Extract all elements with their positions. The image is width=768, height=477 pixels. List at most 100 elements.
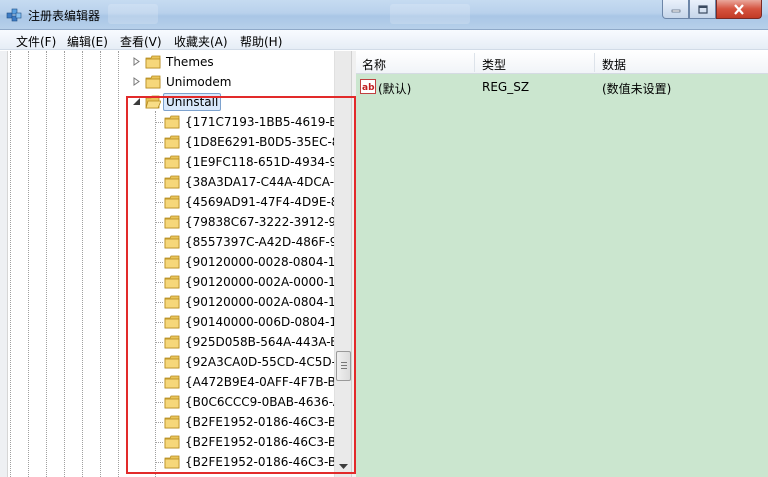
scrollbar-thumb[interactable]: [336, 351, 351, 381]
tree-item-guid-key[interactable]: {B2FE1952-0186-46C3-BA: [0, 452, 344, 472]
tree-item-label: Uninstall: [163, 93, 222, 111]
tree-branch-line: [155, 342, 163, 343]
menu-bar: 文件(F) 编辑(E) 查看(V) 收藏夹(A) 帮助(H): [0, 30, 768, 50]
tree-branch-line: [155, 382, 163, 383]
folder-icon: [164, 455, 180, 469]
tree-item-guid-key[interactable]: {B2FE1952-0186-46C3-BA: [0, 432, 344, 452]
window-title: 注册表编辑器: [28, 9, 101, 23]
minimize-icon: [671, 9, 680, 13]
minimize-button[interactable]: [662, 0, 689, 19]
expand-arrow-icon[interactable]: [132, 77, 141, 86]
tree-item-label: {B2FE1952-0186-46C3-BA: [185, 415, 345, 429]
tree-branch-line: [155, 422, 163, 423]
background-blur: [108, 4, 158, 24]
regedit-icon: [6, 8, 22, 22]
tree-item-guid-key[interactable]: {171C7193-1BB5-4619-BF: [0, 112, 344, 132]
value-list[interactable]: 名称 类型 数据 ab (默认) REG_SZ (数值未设置): [356, 51, 768, 477]
folder-icon: [164, 235, 180, 249]
tree-branch-line: [155, 182, 163, 183]
tree-item-guid-key[interactable]: {79838C67-3222-3912-95: [0, 212, 344, 232]
tree-branch-line: [155, 282, 163, 283]
string-value-icon: ab: [360, 79, 376, 94]
tree-item-uninstall[interactable]: Uninstall: [0, 92, 334, 112]
list-header: 名称 类型 数据: [356, 51, 768, 74]
open-folder-icon: [145, 95, 161, 109]
tree-branch-line: [155, 222, 163, 223]
tree-item-guid-key[interactable]: {90120000-002A-0804-10: [0, 292, 343, 312]
tree-item-guid-key[interactable]: {90140000-006D-0804-10: [0, 312, 345, 332]
tree-branch-line: [155, 302, 163, 303]
title-bar[interactable]: 注册表编辑器: [0, 0, 768, 30]
column-separator[interactable]: [474, 53, 475, 72]
maximize-button[interactable]: [689, 0, 716, 19]
tree-branch-line: [155, 242, 163, 243]
tree-item-label: {8557397C-A42D-486F-97: [185, 235, 345, 249]
tree-item-label: {79838C67-3222-3912-95: [185, 215, 344, 229]
close-icon: [734, 3, 744, 15]
tree-item-label: Themes: [166, 55, 214, 69]
tree-scrollbar[interactable]: [334, 51, 351, 477]
tree-item-guid-key[interactable]: {B2FE1952-0186-46C3-BA: [0, 412, 344, 432]
folder-icon: [164, 175, 180, 189]
tree-item-themes[interactable]: Themes: [0, 52, 334, 72]
value-row[interactable]: ab (默认) REG_SZ (数值未设置): [356, 77, 768, 97]
key-tree[interactable]: Themes Unimodem Uninstall {171C7193-1BB5…: [0, 51, 351, 477]
folder-icon: [164, 115, 180, 129]
tree-item-unimodem[interactable]: Unimodem: [0, 72, 334, 92]
tree-branch-line: [155, 402, 163, 403]
expand-arrow-icon[interactable]: [132, 57, 141, 66]
collapse-arrow-icon[interactable]: [132, 97, 141, 106]
folder-icon: [164, 275, 180, 289]
folder-icon: [164, 135, 180, 149]
folder-icon: [164, 315, 180, 329]
tree-item-guid-key[interactable]: {90120000-002A-0000-10: [0, 272, 343, 292]
close-button[interactable]: [716, 0, 762, 19]
folder-icon: [164, 375, 180, 389]
tree-item-guid-key[interactable]: {1E9FC118-651D-4934-97: [0, 152, 345, 172]
column-name[interactable]: 名称: [362, 56, 386, 73]
tree-item-guid-key[interactable]: {8557397C-A42D-486F-97: [0, 232, 345, 252]
column-data[interactable]: 数据: [602, 56, 626, 73]
background-blur: [390, 4, 470, 24]
column-separator[interactable]: [594, 53, 595, 72]
folder-icon: [164, 355, 180, 369]
scroll-down-icon[interactable]: [339, 464, 348, 470]
tree-branch-line: [155, 462, 163, 463]
tree-item-guid-key[interactable]: {B0C6CCC9-0BAB-4636-A: [0, 392, 341, 412]
tree-item-label: {1E9FC118-651D-4934-97: [185, 155, 345, 169]
folder-icon: [164, 255, 180, 269]
tree-item-guid-key[interactable]: {4569AD91-47F4-4D9E-8F: [0, 192, 345, 212]
tree-branch-line: [155, 142, 163, 143]
tree-item-guid-key[interactable]: {90120000-0028-0804-10: [0, 252, 343, 272]
value-type: REG_SZ: [482, 80, 530, 94]
tree-item-label: {B2FE1952-0186-46C3-BA: [185, 455, 345, 469]
tree-item-label: {925D058B-564A-443A-B4: [185, 335, 347, 349]
value-name: (默认): [378, 82, 412, 96]
tree-branch-line: [155, 442, 163, 443]
tree-item-label: {1D8E6291-B0D5-35EC-84: [185, 135, 348, 149]
column-type[interactable]: 类型: [482, 56, 506, 73]
tree-item-guid-key[interactable]: {92A3CA0D-55CD-4C5D-E: [0, 352, 344, 372]
tree-item-label: {4569AD91-47F4-4D9E-8F: [185, 195, 346, 209]
pane-border: [0, 51, 8, 477]
tree-item-label: {90120000-002A-0000-10: [185, 275, 344, 289]
menu-view[interactable]: 查看(V): [120, 33, 162, 50]
tree-item-label: {38A3DA17-C44A-4DCA-E: [185, 175, 342, 189]
tree-item-label: Unimodem: [166, 75, 232, 89]
tree-item-guid-key[interactable]: {925D058B-564A-443A-B4: [0, 332, 346, 352]
menu-file[interactable]: 文件(F): [16, 33, 56, 50]
tree-item-guid-key[interactable]: {A472B9E4-0AFF-4F7B-B2: [0, 372, 343, 392]
tree-branch-line: [155, 322, 163, 323]
menu-edit[interactable]: 编辑(E): [67, 33, 108, 50]
tree-item-label: {90140000-006D-0804-10: [185, 315, 345, 329]
tree-item-label: {171C7193-1BB5-4619-BF: [185, 115, 345, 129]
tree-branch-line: [155, 122, 163, 123]
tree-item-label: {B0C6CCC9-0BAB-4636-A: [185, 395, 342, 409]
grip-line: [341, 362, 347, 363]
folder-icon: [164, 295, 180, 309]
tree-item-guid-key[interactable]: {38A3DA17-C44A-4DCA-E: [0, 172, 342, 192]
tree-item-guid-key[interactable]: {1D8E6291-B0D5-35EC-84: [0, 132, 347, 152]
tree-branch-line: [155, 362, 163, 363]
menu-help[interactable]: 帮助(H): [240, 33, 282, 50]
menu-favorites[interactable]: 收藏夹(A): [174, 33, 228, 50]
